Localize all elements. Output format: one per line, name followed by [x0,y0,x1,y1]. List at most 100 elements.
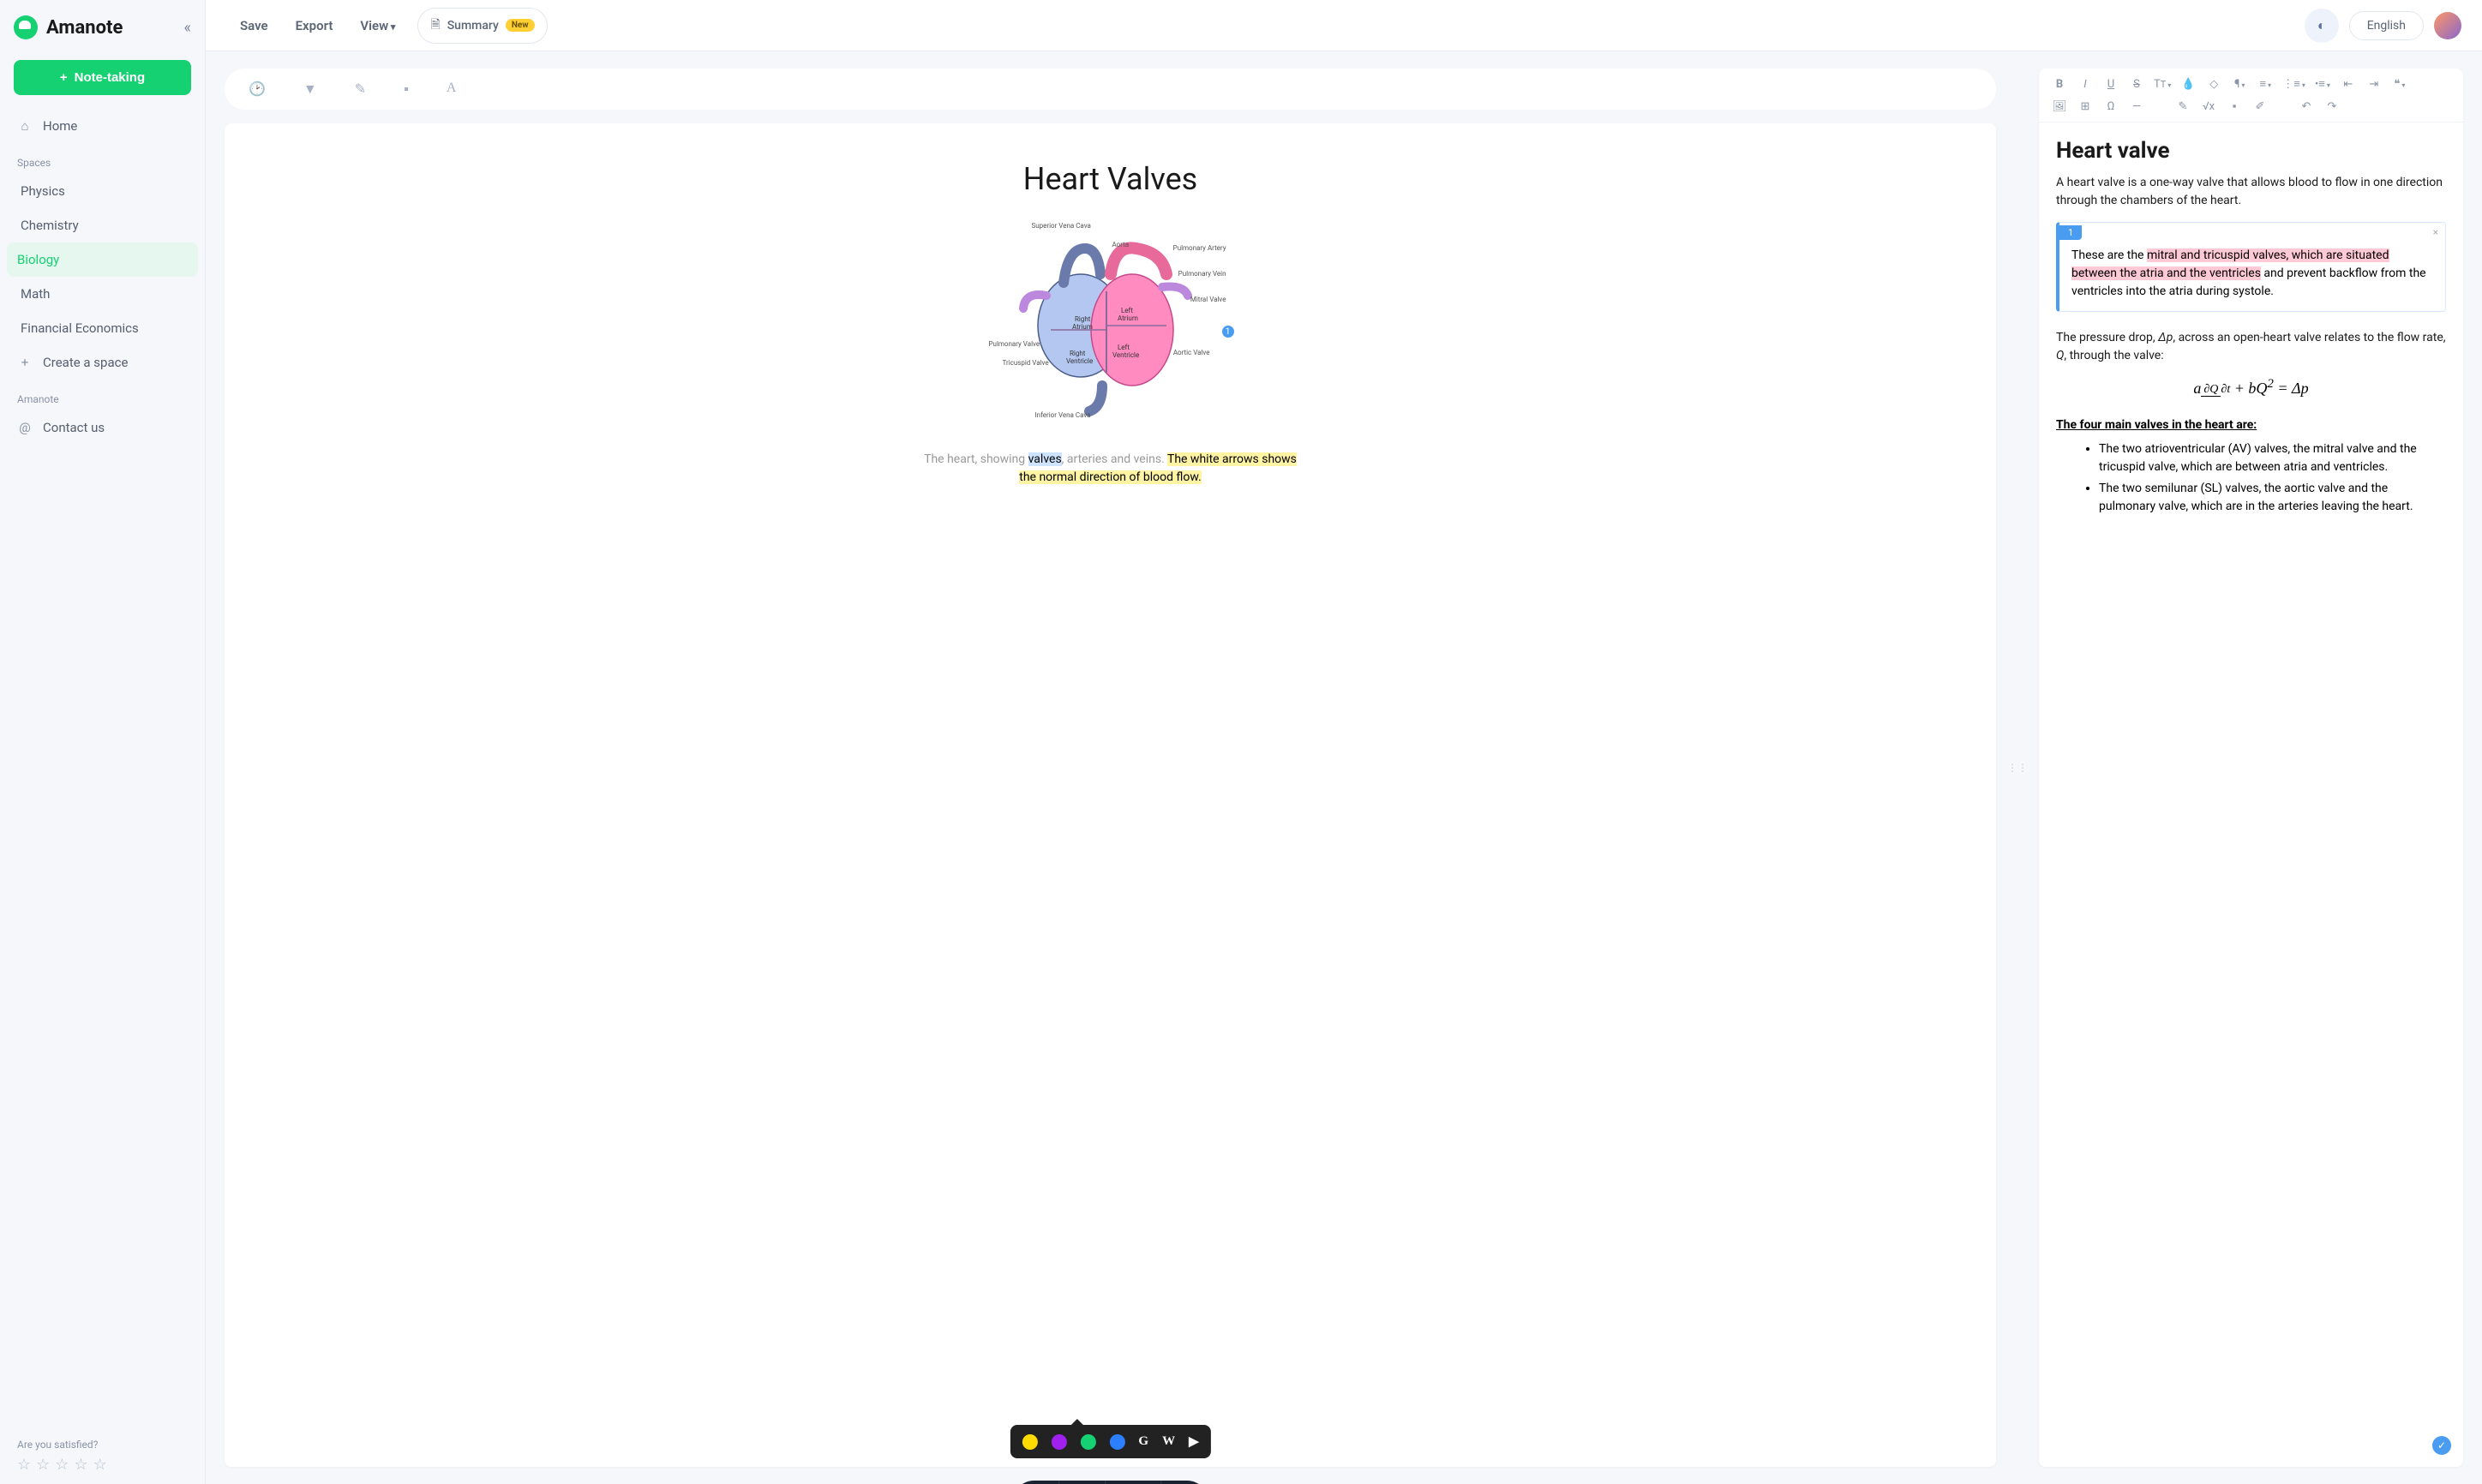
draw-icon[interactable]: ✐ [2251,100,2269,113]
heart-diagram: Right Atrium Left Atrium Left Ventricle … [991,223,1231,420]
home-label: Home [43,118,77,134]
sync-status-icon[interactable]: ✓ [2432,1436,2451,1455]
table-icon[interactable]: ⊞ [2077,100,2094,113]
svg-text:Atrium: Atrium [1072,323,1093,331]
svg-text:Right: Right [1075,315,1091,323]
view-menu[interactable]: View [346,11,409,40]
list-item: The two semilunar (SL) valves, the aorti… [2099,480,2446,516]
prev-page-button[interactable]: ‹ [1013,1481,1059,1484]
language-selector[interactable]: English [2349,11,2424,40]
youtube-icon[interactable]: ▶ [1189,1433,1199,1450]
export-button[interactable]: Export [282,11,347,40]
image-icon[interactable]: 🖼 [2051,100,2068,113]
star-icon[interactable]: ☆ [36,1456,50,1474]
presentation-icon[interactable]: ▼ [303,81,317,98]
spaces-heading: Spaces [0,143,205,174]
clock-icon[interactable]: 🕑 [249,81,266,98]
star-icon[interactable]: ☆ [93,1456,107,1474]
wikipedia-icon[interactable]: W [1162,1434,1175,1449]
diagram-label: Superior Vena Cava [1032,223,1091,230]
google-search-icon[interactable]: G [1138,1434,1148,1449]
valve-list: The two atrioventricular (AV) valves, th… [2056,440,2446,516]
page-navigator: ‹ ▦ 4 / 5 › [1013,1481,1208,1484]
highlight-toolbar: G W ▶ [1010,1425,1210,1458]
unordered-list-icon[interactable]: •≡ [2314,77,2331,91]
paragraph-icon[interactable]: ¶ [2231,78,2248,91]
text-icon[interactable]: A [447,81,457,98]
document-caption: The heart, showing valves, arteries and … [924,451,1297,487]
diagram-label: Pulmonary Artery [1173,245,1226,253]
diagram-label: Inferior Vena Cava [1035,412,1091,420]
italic-icon[interactable]: I [2077,78,2094,91]
highlight-color-blue[interactable] [1109,1434,1124,1450]
indent-right-icon[interactable]: ⇥ [2365,78,2383,91]
quote-icon[interactable]: ❝ [2391,78,2408,91]
highlighted-text[interactable]: The white arrows shows [1167,452,1297,466]
highlight-color-purple[interactable] [1051,1434,1066,1450]
sidebar-item-biology[interactable]: Biology [7,242,198,277]
pencil-icon[interactable]: ✎ [355,81,366,98]
document-toolbar: 🕑 ▼ ✎ ▪ A [225,69,1996,110]
sticky-note-icon[interactable]: ▪ [2226,99,2243,113]
grid-view-button[interactable]: ▦ [1059,1481,1106,1484]
highlighted-text[interactable]: valves [1028,452,1062,466]
align-icon[interactable]: ≡ [2257,77,2274,91]
diagram-label: Pulmonary Valve [989,341,1040,349]
save-button[interactable]: Save [226,11,282,40]
star-icon[interactable]: ☆ [74,1456,87,1474]
document-title: Heart Valves [1023,161,1197,197]
note-editor[interactable]: Heart valve A heart valve is a one-way v… [2039,123,2463,1467]
hr-icon[interactable]: — [2128,100,2145,113]
undo-icon[interactable]: ↶ [2298,100,2315,113]
strikethrough-icon[interactable]: S [2128,78,2145,91]
document-icon: 🗎 [430,15,440,36]
redo-icon[interactable]: ↷ [2323,100,2341,113]
user-avatar[interactable] [2434,12,2461,39]
list-item: The two atrioventricular (AV) valves, th… [2099,440,2446,476]
sidebar-item-math[interactable]: Math [0,277,205,311]
annotation-marker[interactable]: 1 [1220,324,1236,339]
annotation-block: 1 × These are the mitral and tricuspid v… [2056,222,2446,312]
highlight-color-green[interactable] [1080,1434,1095,1450]
sidebar-item-chemistry[interactable]: Chemistry [0,208,205,242]
omega-icon[interactable]: Ω [2102,100,2119,113]
new-badge: New [506,19,535,32]
collapse-sidebar-button[interactable]: « [184,19,191,37]
formula-icon[interactable]: √x [2200,100,2217,113]
star-icon[interactable]: ☆ [17,1456,31,1474]
bold-icon[interactable]: B [2051,78,2068,91]
highlight-color-yellow[interactable] [1022,1434,1037,1450]
clear-format-icon[interactable]: ◇ [2205,78,2222,91]
note-taking-label: Note-taking [75,70,146,85]
amanote-heading: Amanote [0,380,205,410]
highlighted-text[interactable]: the normal direction of blood flow. [1019,470,1201,484]
svg-text:Atrium: Atrium [1118,314,1138,322]
home-icon: ⌂ [17,118,33,134]
summary-button[interactable]: 🗎 Summary New [417,8,547,44]
next-page-button[interactable]: › [1161,1481,1208,1484]
diagram-label: Aorta [1112,242,1130,249]
split-handle[interactable]: ⋮⋮ [2013,69,2022,1467]
note-icon[interactable]: ▪ [404,81,409,98]
star-icon[interactable]: ☆ [55,1456,69,1474]
ordered-list-icon[interactable]: ⋮≡ [2282,77,2305,91]
sidebar-item-physics[interactable]: Physics [0,174,205,208]
brand-name: Amanote [46,17,176,39]
rating-stars[interactable]: ☆ ☆ ☆ ☆ ☆ [0,1454,205,1475]
sidebar: Amanote « + Note-taking ⌂ Home Spaces Ph… [0,0,206,1484]
plus-icon: + [17,355,33,370]
note-intro: A heart valve is a one-way valve that al… [2056,174,2446,210]
create-space-button[interactable]: + Create a space [0,345,205,380]
text-size-icon[interactable]: TT [2154,78,2171,91]
close-icon[interactable]: × [2433,226,2438,238]
highlighter-icon[interactable]: ✎ [2174,100,2191,113]
indent-left-icon[interactable]: ⇤ [2340,78,2357,91]
note-title: Heart valve [2056,138,2446,164]
font-color-icon[interactable]: 💧 [2179,78,2197,91]
contact-us-button[interactable]: @ Contact us [0,410,205,445]
note-taking-button[interactable]: + Note-taking [14,60,191,95]
underline-icon[interactable]: U [2102,78,2119,91]
sidebar-item-home[interactable]: ⌂ Home [0,109,205,143]
theme-toggle[interactable]: ◐ [2305,9,2339,43]
sidebar-item-financial-economics[interactable]: Financial Economics [0,311,205,345]
